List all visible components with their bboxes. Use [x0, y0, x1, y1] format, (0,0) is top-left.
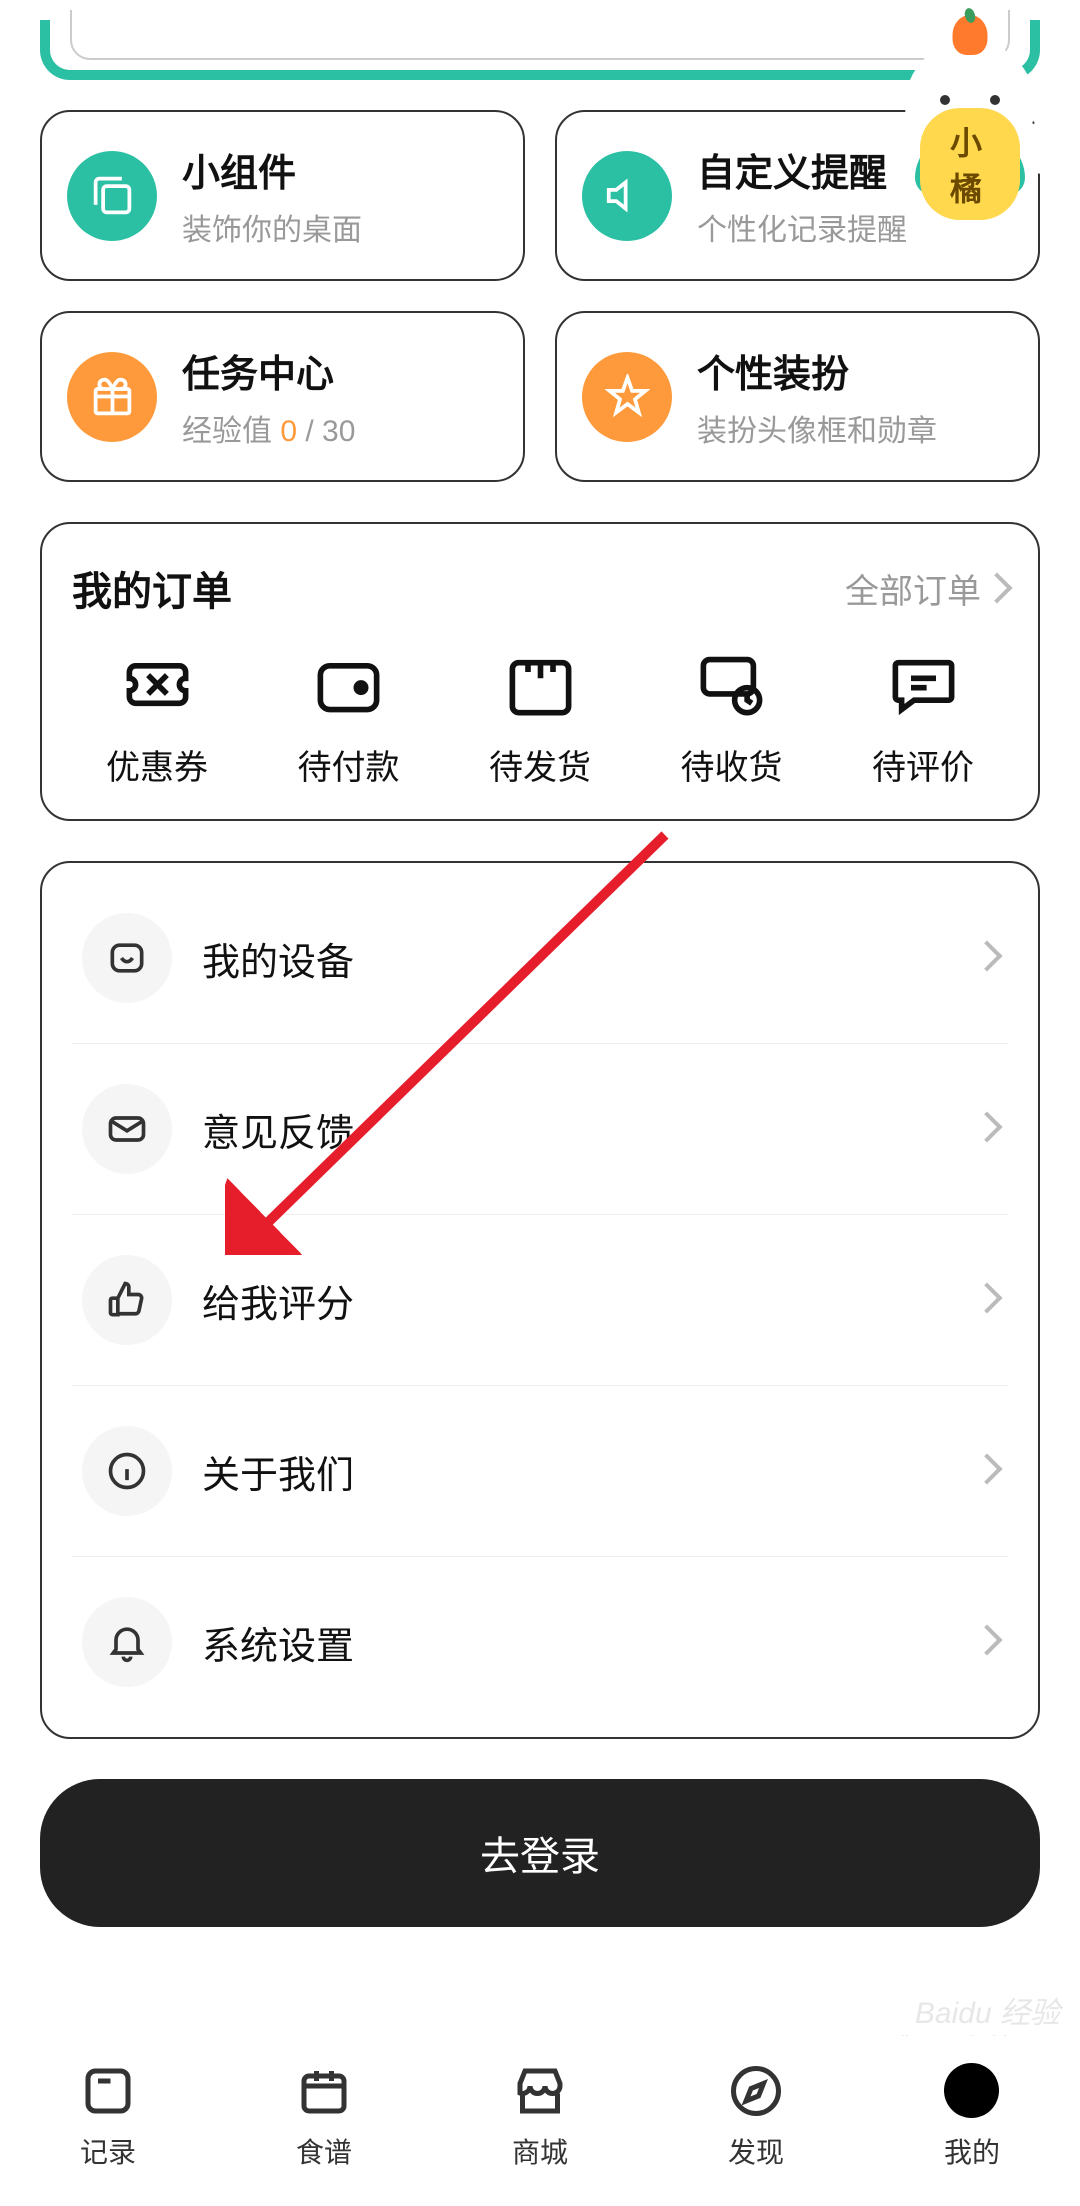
personalize-card[interactable]: 个性装扮 装扮头像框和勋章: [555, 311, 1040, 482]
settings-my-devices[interactable]: 我的设备: [72, 873, 1008, 1044]
widget-card[interactable]: 小组件 装饰你的桌面: [40, 110, 525, 281]
order-toreceive[interactable]: 待收货: [647, 647, 817, 789]
settings-about-us[interactable]: 关于我们: [72, 1386, 1008, 1557]
settings-system[interactable]: 系统设置: [72, 1557, 1008, 1727]
chevron-right-icon: [976, 1458, 998, 1485]
widget-title: 小组件: [182, 142, 362, 197]
widget-sub: 装饰你的桌面: [182, 205, 362, 249]
personalize-sub: 装扮头像框和勋章: [697, 406, 937, 450]
orders-panel: 我的订单 全部订单 优惠券 待付款 待发货 待收货 待评价: [40, 522, 1040, 821]
chevron-right-icon: [976, 945, 998, 972]
package-icon: [503, 647, 578, 722]
info-icon: [82, 1426, 172, 1516]
star-icon: [582, 352, 672, 442]
chevron-right-icon: [976, 1116, 998, 1143]
orders-title: 我的订单: [72, 559, 232, 617]
review-icon: [886, 647, 961, 722]
order-toship[interactable]: 待发货: [455, 647, 625, 789]
task-exp: 经验值 0 / 30: [182, 406, 355, 450]
nav-discover[interactable]: 发现: [681, 2061, 831, 2171]
personalize-title: 个性装扮: [697, 343, 937, 398]
bell-icon: [82, 1597, 172, 1687]
coupon-icon: [120, 647, 195, 722]
mail-icon: [82, 1084, 172, 1174]
order-toreview[interactable]: 待评价: [838, 647, 1008, 789]
compass-icon: [726, 2061, 786, 2121]
login-button[interactable]: 去登录: [40, 1779, 1040, 1927]
settings-panel: 我的设备 意见反馈 给我评分 关于我们 系统设置: [40, 861, 1040, 1739]
device-icon: [82, 913, 172, 1003]
record-icon: [78, 2061, 138, 2121]
mascot-name-badge: 小橘: [920, 108, 1020, 220]
profile-icon: [942, 2061, 1002, 2121]
bottom-nav: 记录 食谱 商城 发现 我的: [0, 2036, 1080, 2206]
store-icon: [510, 2061, 570, 2121]
chevron-right-icon: [976, 1287, 998, 1314]
settings-feedback[interactable]: 意见反馈: [72, 1044, 1008, 1215]
task-title: 任务中心: [182, 343, 355, 398]
mascot-arm: [1020, 120, 1075, 175]
thumbs-up-icon: [82, 1255, 172, 1345]
all-orders-link[interactable]: 全部订单: [845, 564, 1008, 613]
settings-rate-us[interactable]: 给我评分: [72, 1215, 1008, 1386]
nav-mine[interactable]: 我的: [897, 2061, 1047, 2171]
gift-icon: [67, 352, 157, 442]
order-unpaid[interactable]: 待付款: [264, 647, 434, 789]
nav-store[interactable]: 商城: [465, 2061, 615, 2171]
nav-record[interactable]: 记录: [33, 2061, 183, 2171]
order-coupons[interactable]: 优惠券: [72, 647, 242, 789]
delivery-icon: [694, 647, 769, 722]
chevron-right-icon: [976, 1629, 998, 1656]
chevron-right-icon: [986, 569, 1008, 608]
task-center-card[interactable]: 任务中心 经验值 0 / 30: [40, 311, 525, 482]
wallet-icon: [311, 647, 386, 722]
widget-icon: [67, 151, 157, 241]
nav-recipes[interactable]: 食谱: [249, 2061, 399, 2171]
recipes-icon: [294, 2061, 354, 2121]
speaker-icon: [582, 151, 672, 241]
mascot-character[interactable]: 小橘: [870, 30, 1070, 230]
